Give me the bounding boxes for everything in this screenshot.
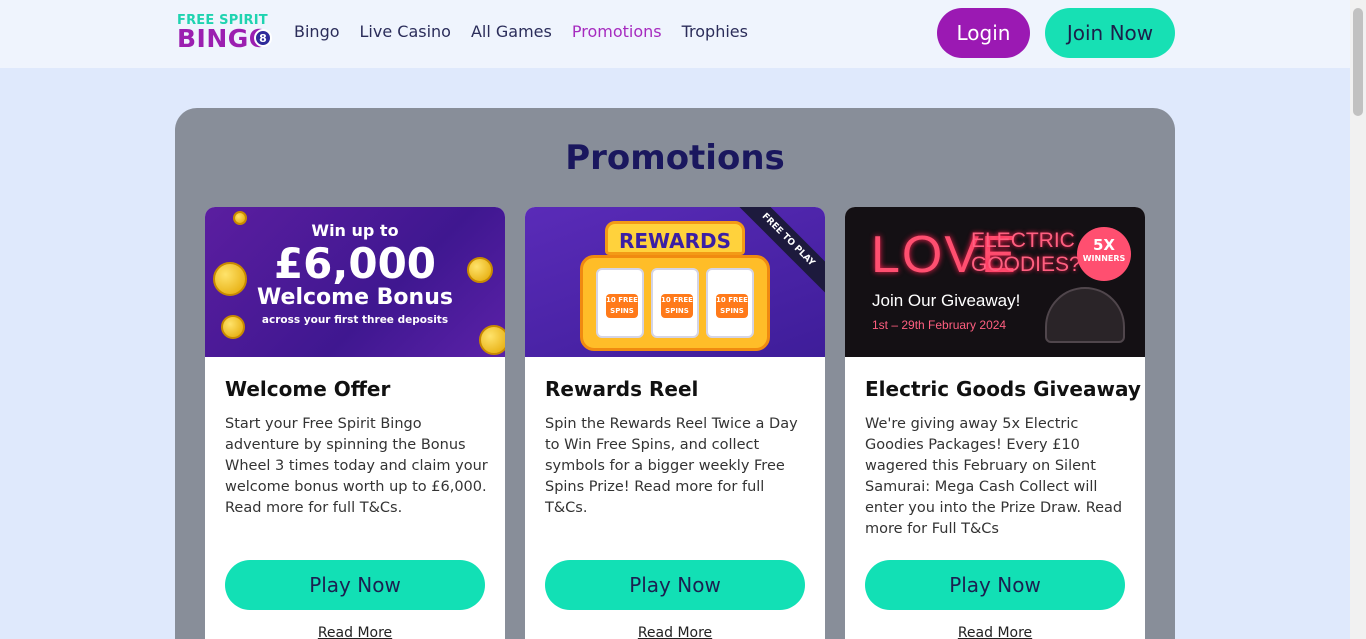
- reel: 10 FREE SPINS: [596, 268, 644, 338]
- card-description: Spin the Rewards Reel Twice a Day to Win…: [545, 416, 798, 516]
- promo-card-welcome: Win up to £6,000 Welcome Bonus across yo…: [205, 207, 505, 639]
- nav-item-trophies[interactable]: Trophies: [682, 22, 748, 41]
- goodies-text: GOODIES?: [971, 253, 1081, 276]
- electric-text: ELECTRIC: [971, 229, 1075, 252]
- site-logo[interactable]: FREE SPIRIT BINGO 8: [177, 13, 274, 53]
- page-scrollbar[interactable]: [1350, 0, 1366, 639]
- winners-badge: 5X WINNERS: [1077, 227, 1131, 281]
- image-text-sub: across your first three deposits: [261, 314, 449, 326]
- electric-goods-image[interactable]: LOVE ELECTRIC GOODIES? Join Our Giveaway…: [845, 207, 1145, 357]
- giveaway-dates: 1st – 29th February 2024: [872, 318, 1007, 332]
- nav-item-promotions[interactable]: Promotions: [572, 22, 662, 41]
- nav-item-bingo[interactable]: Bingo: [294, 22, 340, 41]
- card-title: Electric Goods Giveaway: [865, 377, 1141, 401]
- read-more-link[interactable]: Read More: [525, 625, 825, 639]
- card-description: We're giving away 5x Electric Goodies Pa…: [865, 416, 1123, 537]
- headphones-icon: [1045, 287, 1125, 343]
- read-more-link[interactable]: Read More: [205, 625, 505, 639]
- play-now-button[interactable]: Play Now: [225, 560, 485, 610]
- rewards-reel-image[interactable]: FREE TO PLAY REWARDS 10 FREE SPINS 10 FR…: [525, 207, 825, 357]
- scrollbar-thumb[interactable]: [1353, 8, 1363, 116]
- read-more-link[interactable]: Read More: [845, 625, 1145, 639]
- card-description: Start your Free Spirit Bingo adventure b…: [225, 416, 488, 516]
- image-text-bonus: Welcome Bonus: [257, 285, 453, 310]
- card-title: Rewards Reel: [545, 377, 699, 401]
- main-nav: Bingo Live Casino All Games Promotions T…: [294, 22, 768, 41]
- join-giveaway-text: Join Our Giveaway!: [872, 291, 1021, 310]
- free-spins-chip: 10 FREE SPINS: [716, 294, 748, 318]
- reel: 10 FREE SPINS: [651, 268, 699, 338]
- free-spins-chip: 10 FREE SPINS: [661, 294, 693, 318]
- bingo-ball-icon: 8: [254, 29, 272, 47]
- nav-item-live-casino[interactable]: Live Casino: [360, 22, 451, 41]
- slot-machine-icon: 10 FREE SPINS 10 FREE SPINS 10 FREE SPIN…: [580, 255, 770, 351]
- image-text-amount: £6,000: [273, 239, 437, 288]
- card-title: Welcome Offer: [225, 377, 391, 401]
- play-now-button[interactable]: Play Now: [545, 560, 805, 610]
- coin-icon: [479, 325, 505, 355]
- badge-count: 5X: [1092, 236, 1115, 254]
- promo-card-electric-goods: LOVE ELECTRIC GOODIES? Join Our Giveaway…: [845, 207, 1145, 639]
- nav-item-all-games[interactable]: All Games: [471, 22, 552, 41]
- image-text-line1: Win up to: [311, 221, 399, 240]
- welcome-offer-image[interactable]: Win up to £6,000 Welcome Bonus across yo…: [205, 207, 505, 357]
- promotions-panel: Promotions Win up to £6,000 Welcome Bonu…: [175, 108, 1175, 639]
- page-title: Promotions: [565, 138, 785, 178]
- rewards-sign: REWARDS: [605, 221, 745, 255]
- electric-goodies-text: ELECTRIC GOODIES?: [971, 229, 1081, 277]
- reel: 10 FREE SPINS: [706, 268, 754, 338]
- join-now-button[interactable]: Join Now: [1045, 8, 1175, 58]
- login-button[interactable]: Login: [937, 8, 1030, 58]
- play-now-button[interactable]: Play Now: [865, 560, 1125, 610]
- badge-label: WINNERS: [1082, 254, 1126, 263]
- promo-card-rewards-reel: FREE TO PLAY REWARDS 10 FREE SPINS 10 FR…: [525, 207, 825, 639]
- free-spins-chip: 10 FREE SPINS: [606, 294, 638, 318]
- site-header: FREE SPIRIT BINGO 8 Bingo Live Casino Al…: [0, 0, 1350, 68]
